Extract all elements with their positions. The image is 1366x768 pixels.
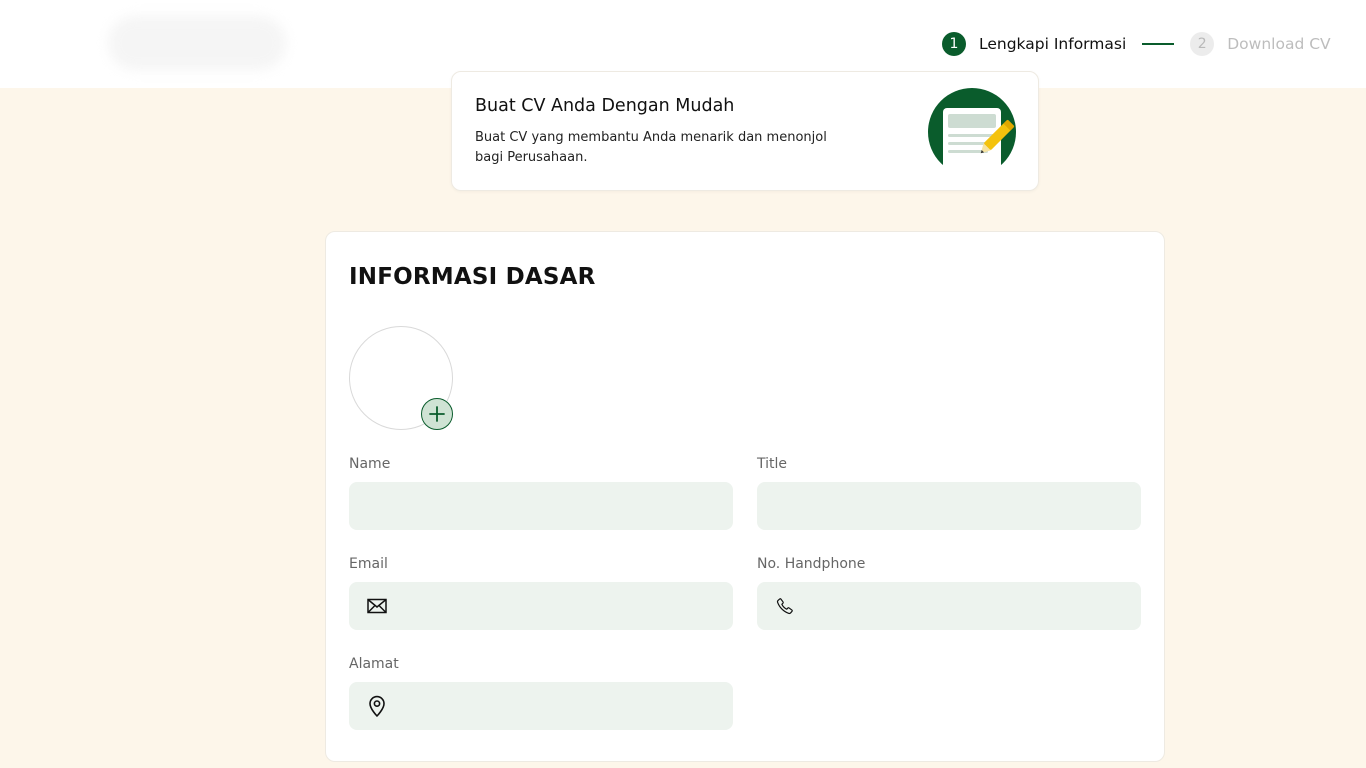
step-1-label: Lengkapi Informasi: [979, 35, 1127, 53]
name-label: Name: [349, 456, 391, 472]
phone-label: No. Handphone: [757, 556, 866, 572]
email-input[interactable]: [387, 582, 733, 630]
envelope-icon: [367, 596, 387, 616]
email-label: Email: [349, 556, 388, 572]
title-field[interactable]: [757, 482, 1141, 530]
add-photo-button[interactable]: [421, 398, 453, 430]
phone-icon: [775, 596, 795, 616]
step-connector: [1142, 43, 1175, 45]
brand-logo[interactable]: [108, 16, 286, 70]
step-2-number: 2: [1190, 32, 1215, 56]
banner-description: Buat CV yang membantu Anda menarik dan m…: [475, 130, 827, 165]
step-1-number: 1: [942, 32, 966, 56]
name-field[interactable]: [349, 482, 733, 530]
name-input[interactable]: [349, 482, 733, 530]
address-input[interactable]: [387, 682, 733, 730]
phone-field[interactable]: [757, 582, 1141, 630]
cv-document-illustration: [928, 88, 1016, 177]
address-field[interactable]: [349, 682, 733, 730]
progress-stepper: 1 Lengkapi Informasi 2 Download CV: [942, 32, 1331, 56]
section-title: INFORMASI DASAR: [349, 264, 596, 290]
basic-info-card: INFORMASI DASAR Name Title Email No. Han…: [325, 231, 1165, 762]
address-label: Alamat: [349, 656, 399, 672]
plus-icon: [429, 406, 445, 422]
title-input[interactable]: [757, 482, 1141, 530]
phone-input[interactable]: [795, 582, 1141, 630]
step-2-label: Download CV: [1227, 35, 1331, 53]
map-pin-icon: [367, 695, 387, 717]
banner-title: Buat CV Anda Dengan Mudah: [475, 96, 735, 116]
title-label: Title: [757, 456, 788, 472]
email-field[interactable]: [349, 582, 733, 630]
intro-banner: Buat CV Anda Dengan Mudah Buat CV yang m…: [451, 71, 1039, 191]
